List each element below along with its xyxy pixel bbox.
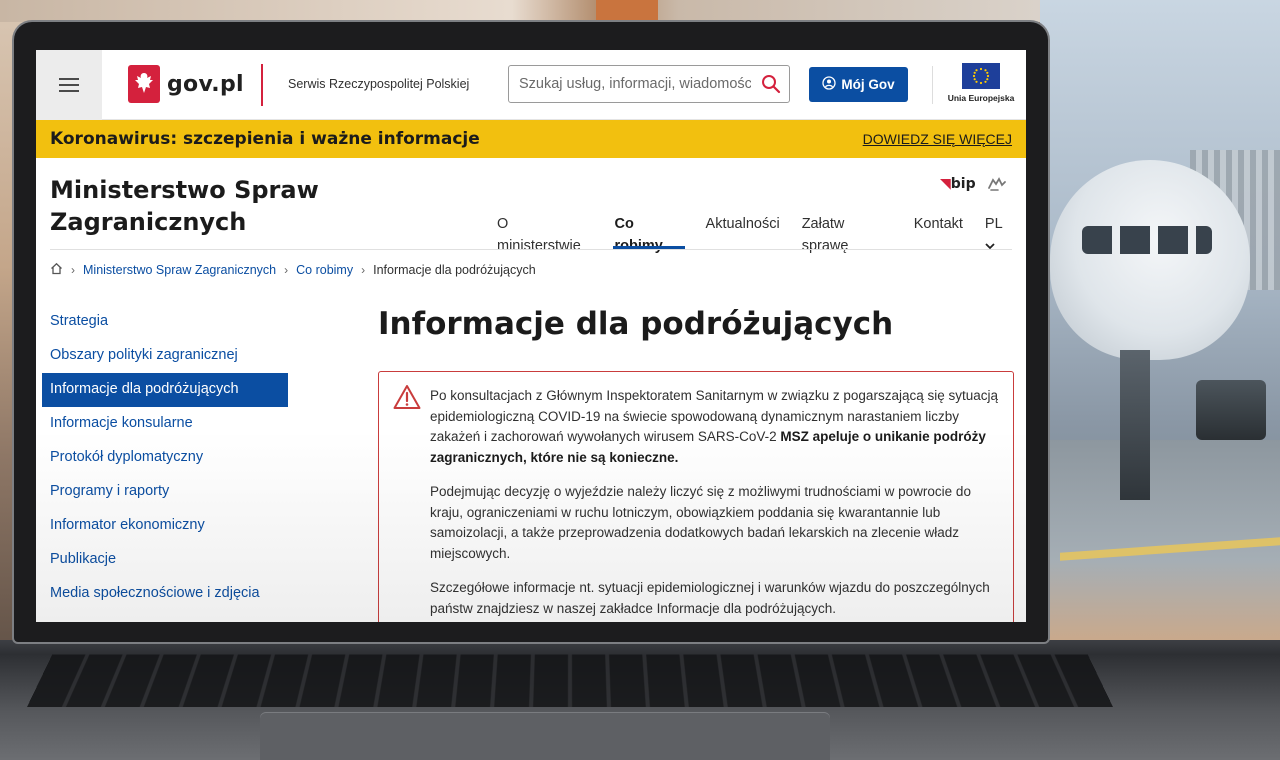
logo-divider bbox=[261, 64, 263, 106]
airplane-cockpit-windows bbox=[1082, 226, 1212, 254]
breadcrumb-ministry[interactable]: Ministerstwo Spraw Zagranicznych bbox=[83, 263, 276, 277]
sidebar-item-informator-ekonomiczny[interactable]: Informator ekonomiczny bbox=[42, 509, 288, 543]
bip-mark-icon: ◥ bbox=[940, 176, 951, 192]
sidebar-item-obszary-polityki[interactable]: Obszary polityki zagranicznej bbox=[42, 339, 288, 373]
menu-icon bbox=[59, 78, 79, 80]
sidebar-item-programy-i-raporty[interactable]: Programy i raporty bbox=[42, 475, 288, 509]
warning-triangle-icon bbox=[393, 384, 421, 414]
nav-zalatw-sprawe[interactable]: Załatw sprawę bbox=[791, 213, 903, 254]
sidebar-item-media-spolecznosciowe[interactable]: Media społecznościowe i zdjęcia bbox=[42, 577, 288, 611]
banner-title: Koronawirus: szczepienia i ważne informa… bbox=[50, 129, 480, 149]
sidebar-item-publikacje[interactable]: Publikacje bbox=[42, 543, 288, 577]
laptop-screen: gov.pl Serwis Rzeczypospolitej Polskiej bbox=[36, 50, 1026, 622]
user-circle-icon bbox=[822, 76, 837, 93]
sidebar-item-informacje-dla-podrozujacych[interactable]: Informacje dla podróżujących bbox=[42, 373, 288, 407]
eu-label: Unia Europejska bbox=[947, 93, 1015, 103]
menu-icon bbox=[59, 90, 79, 92]
main-navigation: O ministerstwie Co robimy Aktualności Za… bbox=[486, 213, 1026, 254]
alert-paragraph-2: Podejmując decyzję o wyjeździe należy li… bbox=[430, 484, 971, 561]
nav-o-ministerstwie[interactable]: O ministerstwie bbox=[486, 213, 603, 254]
banner-learn-more-link[interactable]: DOWIEDZ SIĘ WIĘCEJ bbox=[863, 131, 1012, 147]
nav-divider bbox=[50, 249, 1012, 250]
chevron-right-icon: › bbox=[361, 263, 366, 277]
search-box bbox=[508, 65, 790, 103]
laptop-keyboard bbox=[26, 654, 1114, 707]
nav-kontakt[interactable]: Kontakt bbox=[903, 213, 974, 249]
airplane bbox=[1050, 160, 1250, 360]
language-switcher[interactable]: PL bbox=[974, 213, 1026, 250]
eu-badge: Unia Europejska bbox=[942, 63, 1020, 103]
bip-label: bip bbox=[950, 176, 976, 192]
breadcrumb-current: Informacje dla podróżujących bbox=[373, 263, 536, 277]
bip-link[interactable]: ◥bip bbox=[940, 176, 976, 192]
site-header: gov.pl Serwis Rzeczypospolitej Polskiej bbox=[36, 50, 1026, 120]
eu-flag-icon bbox=[962, 63, 1000, 89]
gov-logo[interactable]: gov.pl bbox=[128, 65, 244, 103]
airplane-engine bbox=[1196, 380, 1266, 440]
covid-banner: Koronawirus: szczepienia i ważne informa… bbox=[36, 120, 1026, 158]
ministry-title-line1: Ministerstwo Spraw bbox=[50, 176, 319, 204]
alert-body: Po konsultacjach z Głównym Inspektoratem… bbox=[430, 386, 1002, 622]
menu-icon bbox=[59, 84, 79, 86]
chevron-right-icon: › bbox=[284, 263, 289, 277]
sidebar-item-strategia[interactable]: Strategia bbox=[42, 305, 288, 339]
laptop-trackpad bbox=[260, 712, 830, 760]
sidebar-item-protokol-dyplomatyczny[interactable]: Protokół dyplomatyczny bbox=[42, 441, 288, 475]
nav-aktualnosci[interactable]: Aktualności bbox=[695, 213, 791, 249]
moj-gov-label: Mój Gov bbox=[841, 77, 895, 92]
alert-paragraph-3: Szczegółowe informacje nt. sytuacji epid… bbox=[430, 580, 990, 616]
logo-text: gov.pl bbox=[167, 71, 244, 97]
search-input[interactable] bbox=[519, 76, 751, 92]
airplane-landing-gear bbox=[1120, 350, 1150, 500]
sidebar-item-informacje-konsularne[interactable]: Informacje konsularne bbox=[42, 407, 288, 441]
eagle-emblem-icon bbox=[128, 65, 160, 103]
chevron-down-icon bbox=[985, 238, 995, 254]
alert-paragraph-1: Po konsultacjach z Głównym Inspektoratem… bbox=[430, 386, 1002, 468]
search-icon[interactable] bbox=[761, 74, 781, 98]
sidebar-menu: Strategia Obszary polityki zagranicznej … bbox=[42, 305, 288, 611]
eu-separator bbox=[932, 66, 933, 104]
ministry-title[interactable]: Ministerstwo Spraw Zagranicznych bbox=[50, 174, 350, 238]
ministry-title-line2: Zagranicznych bbox=[50, 208, 247, 236]
sign-language-icon[interactable] bbox=[986, 176, 1008, 196]
breadcrumb: › Ministerstwo Spraw Zagranicznych › Co … bbox=[50, 262, 536, 278]
moj-gov-button[interactable]: Mój Gov bbox=[809, 67, 908, 102]
page-title: Informacje dla podróżujących bbox=[378, 306, 894, 342]
chevron-right-icon: › bbox=[71, 263, 75, 277]
travel-warning-alert: Po konsultacjach z Głównym Inspektoratem… bbox=[378, 371, 1014, 622]
menu-button[interactable] bbox=[36, 50, 102, 120]
home-icon[interactable] bbox=[50, 262, 63, 278]
service-name: Serwis Rzeczypospolitej Polskiej bbox=[288, 77, 470, 91]
breadcrumb-co-robimy[interactable]: Co robimy bbox=[296, 263, 353, 277]
language-label: PL bbox=[984, 216, 1003, 232]
nav-co-robimy[interactable]: Co robimy bbox=[603, 213, 694, 254]
background-top-orange bbox=[596, 0, 658, 22]
